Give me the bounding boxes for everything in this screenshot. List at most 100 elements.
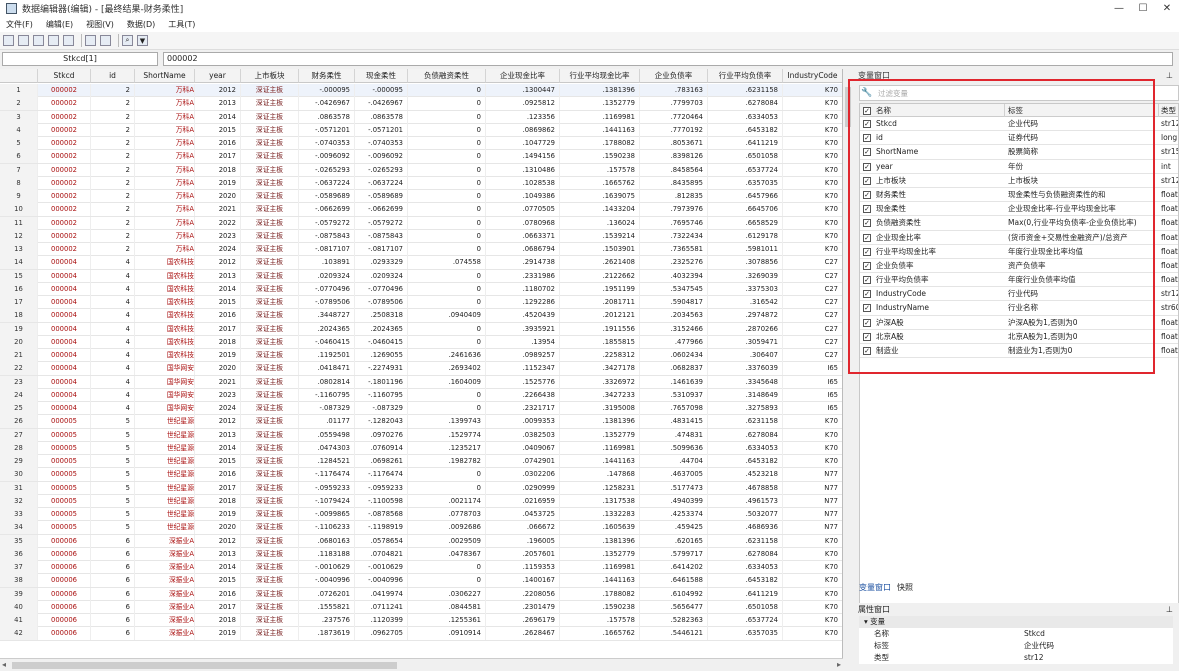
table-row[interactable]: 18 000004 4 国农科技 2016 深证主板 .3448727.2508318.09… <box>0 309 842 323</box>
table-cell[interactable]: 2012 <box>195 256 241 270</box>
row-number[interactable]: 40 <box>0 600 38 614</box>
table-cell[interactable]: N77 <box>783 468 842 481</box>
table-cell[interactable]: 4 <box>91 349 135 362</box>
close-button[interactable]: ✕ <box>1155 0 1179 17</box>
table-cell[interactable]: 0 <box>408 163 486 177</box>
table-cell[interactable]: 0 <box>408 176 486 190</box>
table-row[interactable]: 42 000006 6 深振业A 2019 深证主板 .1873619.0962705.09… <box>0 627 842 641</box>
table-cell[interactable]: .6129178 <box>708 229 783 243</box>
table-cell[interactable]: -.0010629 <box>299 561 355 574</box>
table-cell[interactable]: .5099636 <box>640 441 708 455</box>
table-cell[interactable]: .6501058 <box>708 600 783 614</box>
table-cell[interactable]: .0409067 <box>486 441 560 455</box>
table-cell[interactable]: .2266438 <box>486 388 560 402</box>
table-cell[interactable]: K70 <box>783 137 842 150</box>
table-cell[interactable]: -.0770496 <box>299 282 355 296</box>
table-cell[interactable]: .2024365 <box>355 322 408 336</box>
table-row[interactable]: 39 000006 6 深振业A 2016 深证主板 .0726201.0419974.03… <box>0 587 842 601</box>
table-cell[interactable]: -.0265293 <box>355 163 408 177</box>
table-cell[interactable]: .3195008 <box>560 402 640 415</box>
table-cell[interactable]: 2015 <box>195 296 241 309</box>
table-cell[interactable]: -.0099865 <box>299 508 355 521</box>
table-cell[interactable]: -.0817107 <box>299 243 355 256</box>
row-number[interactable]: 3 <box>0 110 38 124</box>
table-cell[interactable]: N77 <box>783 521 842 534</box>
table-cell[interactable]: 深证主板 <box>241 375 299 389</box>
table-cell[interactable]: 深证主板 <box>241 256 299 270</box>
table-cell[interactable]: 国农科技 <box>135 322 195 336</box>
table-cell[interactable]: .3275893 <box>708 402 783 415</box>
table-cell[interactable]: .1352779 <box>560 547 640 561</box>
table-cell[interactable]: .0760914 <box>355 441 408 455</box>
table-cell[interactable]: .0704821 <box>355 547 408 561</box>
table-cell[interactable]: .0682837 <box>640 362 708 376</box>
table-cell[interactable]: .4520439 <box>486 309 560 323</box>
table-cell[interactable]: .1169981 <box>560 110 640 124</box>
table-cell[interactable]: .3345648 <box>708 375 783 389</box>
table-cell[interactable]: 深证主板 <box>241 137 299 150</box>
table-cell[interactable]: .4032394 <box>640 269 708 283</box>
table-cell[interactable]: -.0426967 <box>355 97 408 111</box>
table-cell[interactable]: .3078856 <box>708 256 783 270</box>
table-row[interactable]: 22 000004 4 国华网安 2020 深证主板 .0418471 -.2274931.2… <box>0 362 842 376</box>
table-cell[interactable]: .5282363 <box>640 614 708 627</box>
table-cell[interactable]: C27 <box>783 283 842 296</box>
table-cell[interactable]: -.0589689 <box>355 190 408 203</box>
table-cell[interactable]: K70 <box>783 230 842 243</box>
table-cell[interactable]: .4678858 <box>708 481 783 495</box>
table-cell[interactable]: .1258231 <box>560 481 640 495</box>
table-cell[interactable]: 000002 <box>38 216 91 230</box>
table-cell[interactable]: 深证主板 <box>241 282 299 296</box>
table-cell[interactable]: 0 <box>408 229 486 243</box>
table-cell[interactable]: .0453725 <box>486 508 560 521</box>
table-cell[interactable]: .1381396 <box>560 534 640 548</box>
table-cell[interactable]: .1047729 <box>486 137 560 150</box>
table-cell[interactable]: 4 <box>91 322 135 336</box>
table-cell[interactable]: 000004 <box>38 335 91 349</box>
table-cell[interactable]: .1441163 <box>560 574 640 588</box>
table-cell[interactable]: -.0096092 <box>299 150 355 164</box>
table-cell[interactable]: .0382503 <box>486 428 560 442</box>
table-cell[interactable]: .1028538 <box>486 176 560 190</box>
menu-file[interactable]: 文件(F) <box>6 19 33 30</box>
table-cell[interactable]: K70 <box>783 535 842 548</box>
grid-horizontal-scrollbar[interactable]: ◂ ▸ <box>0 658 843 671</box>
table-cell[interactable]: -.0740353 <box>355 137 408 150</box>
table-row[interactable]: 21 000004 4 国农科技 2019 深证主板 .1192501.1269055.24… <box>0 349 842 363</box>
table-cell[interactable]: .5347545 <box>640 282 708 296</box>
table-cell[interactable]: 000006 <box>38 587 91 601</box>
table-cell[interactable]: 0 <box>408 203 486 217</box>
row-number[interactable]: 33 <box>0 508 38 521</box>
table-cell[interactable]: .5032077 <box>708 508 783 521</box>
table-cell[interactable]: 深证主板 <box>241 574 299 588</box>
table-cell[interactable]: .5446121 <box>640 627 708 641</box>
table-cell[interactable]: .6334053 <box>708 441 783 455</box>
table-cell[interactable]: .1433204 <box>560 203 640 217</box>
cell-value-input[interactable]: 000002 <box>163 51 1173 66</box>
table-cell[interactable]: .6658529 <box>708 216 783 230</box>
table-cell[interactable]: -.000095 <box>355 84 408 97</box>
table-cell[interactable]: .2331986 <box>486 269 560 283</box>
table-cell[interactable]: .2461636 <box>408 349 486 362</box>
table-cell[interactable]: .6357035 <box>708 176 783 190</box>
table-cell[interactable]: 2014 <box>195 282 241 296</box>
table-cell[interactable]: I65 <box>783 362 842 375</box>
table-cell[interactable]: 5 <box>91 468 135 482</box>
table-cell[interactable]: 2012 <box>195 84 241 97</box>
table-cell[interactable]: 万科A <box>135 84 195 97</box>
row-number[interactable]: 20 <box>0 335 38 349</box>
table-cell[interactable]: 2020 <box>195 190 241 203</box>
table-cell[interactable]: C27 <box>783 349 842 362</box>
column-header[interactable]: 负债融资柔性 <box>408 69 486 83</box>
table-cell[interactable]: K70 <box>783 97 842 110</box>
table-cell[interactable]: 2 <box>91 243 135 256</box>
table-cell[interactable]: .147868 <box>560 468 640 482</box>
table-cell[interactable]: .1180702 <box>486 282 560 296</box>
table-cell[interactable]: .2081711 <box>560 296 640 309</box>
row-number[interactable]: 25 <box>0 402 38 415</box>
table-cell[interactable]: .7322434 <box>640 229 708 243</box>
table-cell[interactable]: .6278084 <box>708 547 783 561</box>
row-number[interactable]: 30 <box>0 468 38 482</box>
table-cell[interactable]: C27 <box>783 296 842 309</box>
row-number[interactable]: 2 <box>0 97 38 111</box>
